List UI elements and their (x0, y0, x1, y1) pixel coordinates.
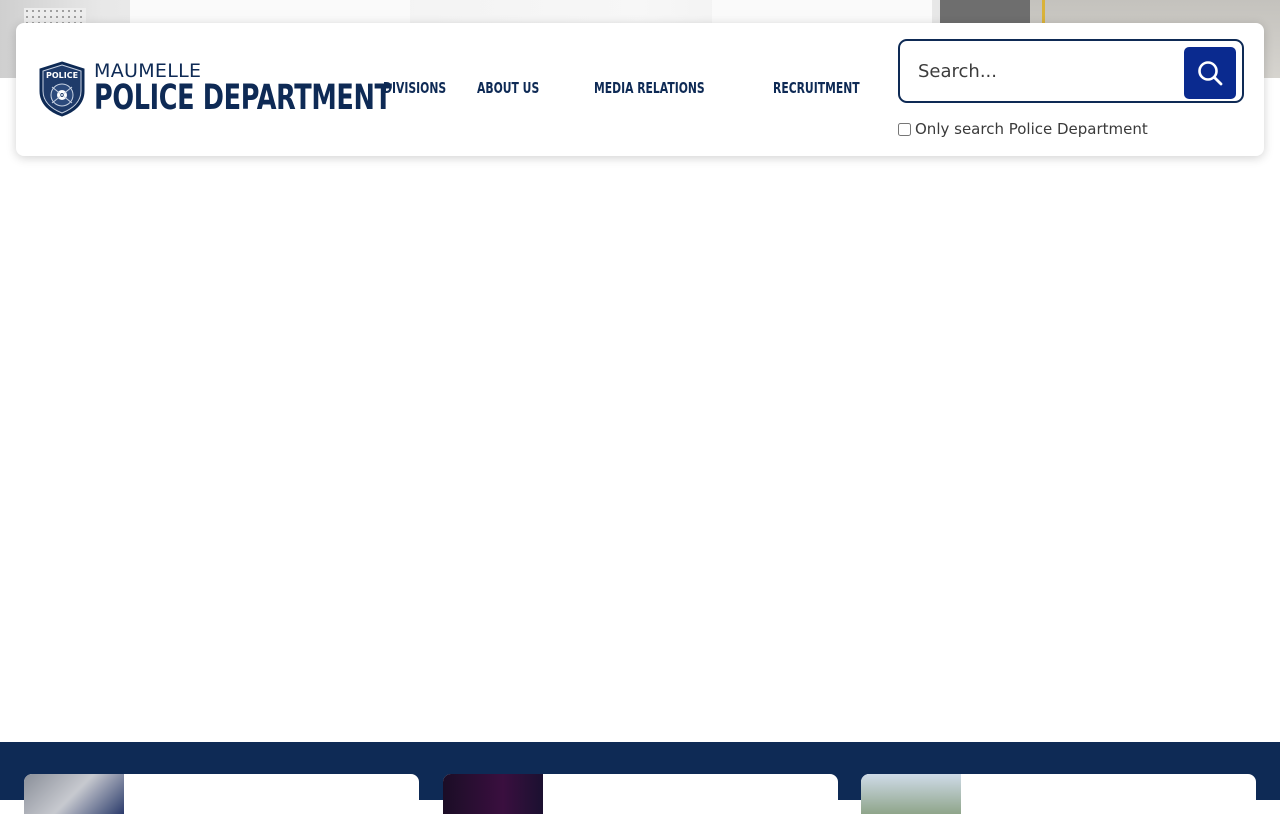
nav-item-media-relations[interactable]: MEDIA RELATIONS (594, 79, 705, 97)
only-search-label: Only search Police Department (915, 120, 1148, 138)
quick-link-card[interactable] (443, 774, 838, 814)
hero-wall-panel (712, 0, 932, 24)
quick-link-card[interactable] (24, 774, 419, 814)
brand-bottom-line: POLICE DEPARTMENT (94, 78, 392, 118)
nav-item-about-us[interactable]: ABOUT US (477, 79, 539, 97)
search-button[interactable] (1184, 47, 1236, 99)
only-search-option[interactable]: Only search Police Department (898, 120, 1148, 138)
quick-link-thumbnail (861, 774, 961, 814)
quick-link-card[interactable] (861, 774, 1256, 814)
brand-wordmark: MAUMELLE POLICE DEPARTMENT (94, 62, 392, 118)
search-input[interactable] (918, 53, 1178, 89)
nav-item-divisions[interactable]: DIVISIONS (383, 79, 446, 97)
svg-text:POLICE: POLICE (46, 71, 78, 80)
search-form (898, 39, 1244, 103)
site-header: POLICE MAUMELLE POLICE DEPARTMENT DIVISI… (16, 23, 1264, 156)
quick-link-thumbnail (443, 774, 543, 814)
quick-link-thumbnail (24, 774, 124, 814)
nav-item-recruitment[interactable]: RECRUITMENT (773, 79, 860, 97)
home-logo-link[interactable]: POLICE MAUMELLE POLICE DEPARTMENT (38, 61, 392, 118)
police-badge-icon: POLICE (39, 61, 85, 117)
hero-wall-panel (130, 0, 410, 24)
search-icon (1198, 61, 1223, 86)
only-search-checkbox[interactable] (898, 122, 911, 136)
